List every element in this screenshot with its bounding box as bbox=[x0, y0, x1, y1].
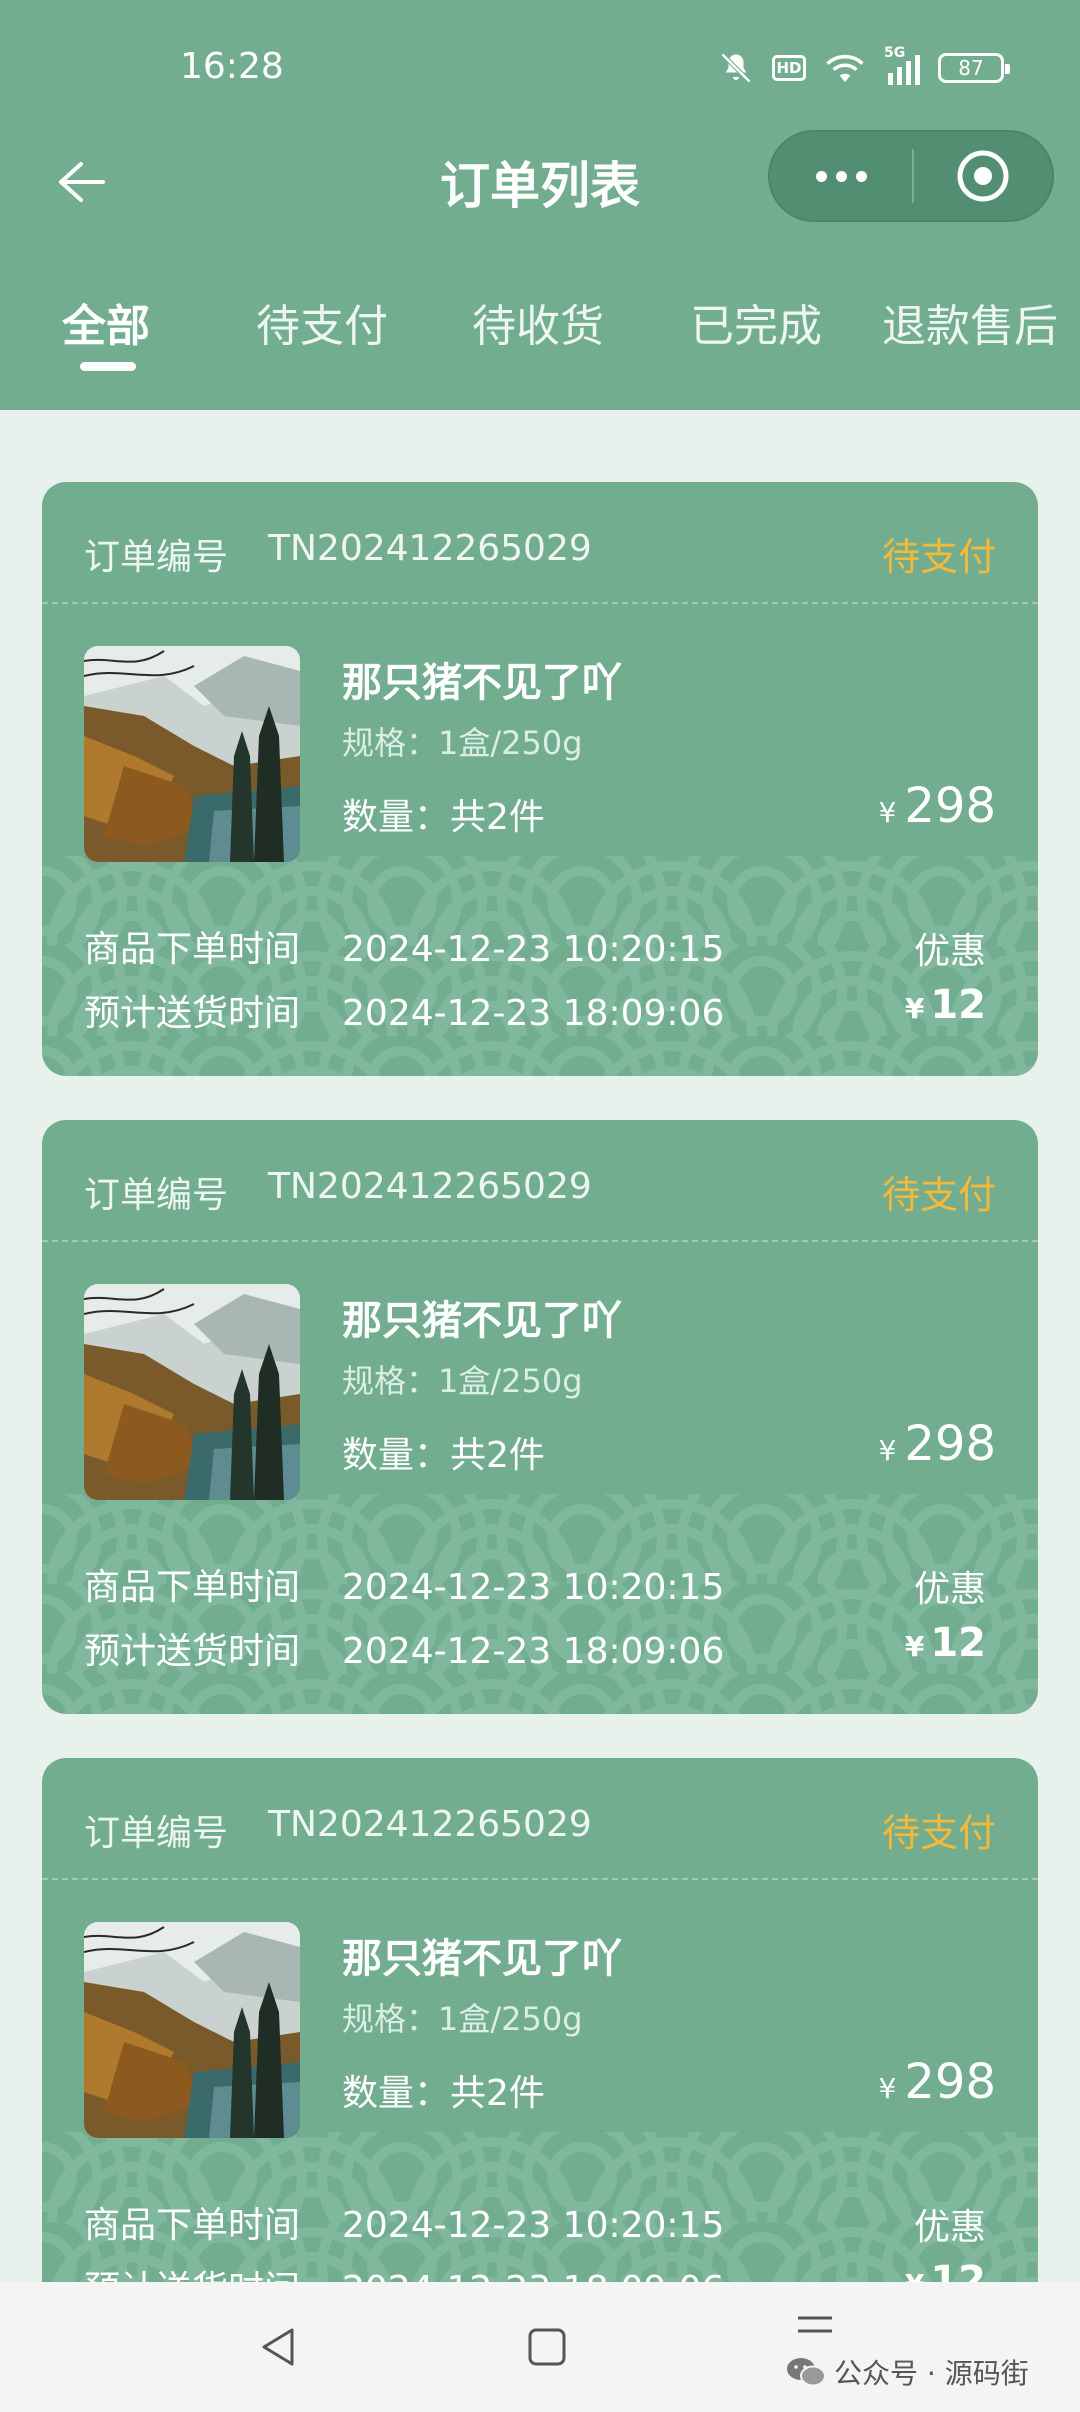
delivery-time: 2024-12-23 18:09:06 bbox=[342, 1631, 725, 1672]
tab-active-indicator bbox=[80, 362, 136, 371]
currency-symbol: ¥ bbox=[904, 992, 925, 1025]
order-time-row: 商品下单时间 2024-12-23 10:20:15 bbox=[84, 1558, 724, 1610]
product-spec: 规格：1盒/250g bbox=[342, 1362, 583, 1400]
discount-value: ¥12 bbox=[905, 982, 986, 1028]
system-nav-bar bbox=[0, 2282, 1080, 2412]
order-time-row: 商品下单时间 2024-12-23 10:20:15 bbox=[84, 920, 724, 972]
order-time-row: 商品下单时间 2024-12-23 10:20:15 bbox=[84, 2196, 724, 2248]
order-status: 待支付 bbox=[881, 1811, 996, 1855]
delivery-time-row: 预计送货时间 2024-12-23 18:09:06 bbox=[84, 1622, 724, 1674]
mute-icon bbox=[720, 52, 752, 84]
status-time: 16:28 bbox=[180, 46, 284, 87]
order-number-label: 订单编号 bbox=[84, 1813, 229, 1854]
product-thumbnail[interactable] bbox=[84, 1284, 300, 1500]
order-number-label: 订单编号 bbox=[84, 537, 229, 578]
product-name: 那只猪不见了吖 bbox=[342, 660, 622, 706]
currency-symbol: ¥ bbox=[878, 1434, 897, 1467]
currency-symbol: ¥ bbox=[878, 2072, 897, 2105]
watermark: 公众号 · 源码街 bbox=[786, 2352, 1029, 2392]
more-dots-icon[interactable] bbox=[770, 132, 912, 220]
discount-label: 优惠 bbox=[913, 2207, 986, 2248]
currency-symbol: ¥ bbox=[904, 1630, 925, 1663]
product-thumbnail[interactable] bbox=[84, 646, 300, 862]
order-card[interactable]: 订单编号 TN202412265029 待支付 那只猪不见了吖 规格：1盒/25… bbox=[42, 482, 1038, 1076]
wifi-icon bbox=[826, 54, 864, 82]
order-time-label: 商品下单时间 bbox=[84, 1567, 301, 1608]
product-quantity: 数量：共2件 bbox=[342, 1435, 545, 1476]
wechat-icon bbox=[787, 2358, 826, 2387]
price-value: 298 bbox=[904, 778, 996, 834]
order-header: 订单编号 TN202412265029 待支付 bbox=[42, 482, 1038, 604]
order-tabs: 全部 待支付 待收货 已完成 退款售后 bbox=[0, 290, 1080, 400]
order-card[interactable]: 订单编号 TN202412265029 待支付 那只猪不见了吖 规格：1盒/25… bbox=[42, 1120, 1038, 1714]
order-card[interactable]: 订单编号 TN202412265029 待支付 那只猪不见了吖 规格：1盒/25… bbox=[42, 1758, 1038, 2352]
tab-pending-receipt[interactable]: 待收货 bbox=[472, 290, 604, 354]
product-name: 那只猪不见了吖 bbox=[342, 1298, 622, 1344]
order-number: TN202412265029 bbox=[268, 1804, 592, 1845]
discount-label: 优惠 bbox=[913, 1569, 986, 1610]
product-name: 那只猪不见了吖 bbox=[342, 1936, 622, 1982]
discount-amount: 12 bbox=[930, 1620, 986, 1666]
order-status: 待支付 bbox=[881, 535, 996, 579]
delivery-time-label: 预计送货时间 bbox=[84, 1631, 301, 1672]
order-header: 订单编号 TN202412265029 待支付 bbox=[42, 1758, 1038, 1880]
close-target-icon[interactable] bbox=[914, 132, 1052, 220]
delivery-time-label: 预计送货时间 bbox=[84, 993, 301, 1034]
battery-icon: 87 bbox=[938, 53, 1010, 83]
nav-home-icon[interactable] bbox=[522, 2322, 572, 2372]
order-number-label: 订单编号 bbox=[84, 1175, 229, 1216]
tab-pending-payment[interactable]: 待支付 bbox=[256, 290, 388, 354]
status-icons: HD 5G 87 bbox=[718, 45, 1010, 90]
nav-bar: 订单列表 bbox=[0, 130, 1080, 230]
discount-label: 优惠 bbox=[913, 931, 986, 972]
order-time: 2024-12-23 10:20:15 bbox=[342, 929, 725, 970]
discount-value: ¥12 bbox=[905, 1620, 986, 1666]
product-price: ¥298 bbox=[879, 1416, 996, 1472]
discount-amount: 12 bbox=[930, 982, 986, 1028]
signal-icon: 5G bbox=[884, 45, 920, 85]
nav-menu-icon[interactable] bbox=[790, 2306, 840, 2356]
tab-all[interactable]: 全部 bbox=[62, 290, 150, 354]
delivery-time-row: 预计送货时间 2024-12-23 18:09:06 bbox=[84, 984, 724, 1036]
product-quantity: 数量：共2件 bbox=[342, 797, 545, 838]
product-quantity: 数量：共2件 bbox=[342, 2073, 545, 2114]
currency-symbol: ¥ bbox=[878, 796, 897, 829]
product-spec: 规格：1盒/250g bbox=[342, 2000, 583, 2038]
product-spec: 规格：1盒/250g bbox=[342, 724, 583, 762]
nav-back-icon[interactable] bbox=[254, 2322, 304, 2372]
product-price: ¥298 bbox=[879, 2054, 996, 2110]
tab-completed[interactable]: 已完成 bbox=[690, 290, 822, 354]
order-number: TN202412265029 bbox=[268, 528, 592, 569]
order-number: TN202412265029 bbox=[268, 1166, 592, 1207]
order-time: 2024-12-23 10:20:15 bbox=[342, 1567, 725, 1608]
price-value: 298 bbox=[904, 1416, 996, 1472]
header: 16:28 HD 5G 87 订单列表 全部 待支付 待收货 已完成 退款售后 bbox=[0, 0, 1080, 410]
tab-refund[interactable]: 退款售后 bbox=[882, 290, 1058, 354]
order-header: 订单编号 TN202412265029 待支付 bbox=[42, 1120, 1038, 1242]
delivery-time: 2024-12-23 18:09:06 bbox=[342, 993, 725, 1034]
hd-badge: HD bbox=[772, 55, 806, 81]
network-type: 5G bbox=[884, 45, 906, 61]
product-price: ¥298 bbox=[879, 778, 996, 834]
product-thumbnail[interactable] bbox=[84, 1922, 300, 2138]
price-value: 298 bbox=[904, 2054, 996, 2110]
status-bar: 16:28 HD 5G 87 bbox=[0, 0, 1080, 130]
order-status: 待支付 bbox=[881, 1173, 996, 1217]
order-time: 2024-12-23 10:20:15 bbox=[342, 2205, 725, 2246]
mini-program-capsule bbox=[768, 130, 1054, 222]
order-time-label: 商品下单时间 bbox=[84, 929, 301, 970]
watermark-text: 公众号 · 源码街 bbox=[834, 2357, 1029, 2390]
order-time-label: 商品下单时间 bbox=[84, 2205, 301, 2246]
